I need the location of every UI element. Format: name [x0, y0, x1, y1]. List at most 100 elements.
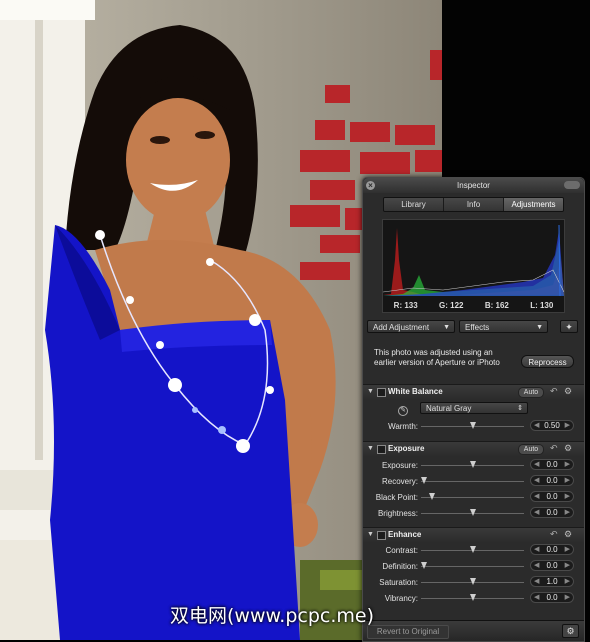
contrast-slider-row: Contrast: ◀ 0.0 ▶ [363, 543, 584, 557]
exposure-checkbox[interactable] [377, 445, 386, 454]
exposure-value-field[interactable]: ◀ 0.0 ▶ [530, 459, 574, 470]
exposure-auto-button[interactable]: Auto [518, 444, 544, 455]
reprocess-button[interactable]: Reprocess [521, 355, 574, 368]
warmth-label: Warmth: [388, 422, 418, 431]
definition-slider-knob[interactable] [421, 562, 427, 569]
brightness-label: Brightness: [377, 509, 418, 518]
black-point-slider-knob[interactable] [429, 493, 435, 500]
gear-icon[interactable]: ⚙ [562, 624, 579, 638]
reprocess-message: This photo was adjusted using an earlier… [374, 348, 500, 367]
black-point-label: Black Point: [375, 493, 418, 502]
green-readout: G: 122 [439, 301, 464, 310]
definition-value: 0.0 [546, 561, 558, 570]
black-point-value: 0.0 [546, 492, 558, 501]
inspector-tabs: Library Info Adjustments [383, 197, 564, 212]
contrast-label: Contrast: [385, 546, 418, 555]
saturation-label: Saturation: [379, 578, 418, 587]
exposure-title: Exposure [388, 444, 425, 453]
vibrancy-slider-row: Vibrancy: ◀ 0.0 ▶ [363, 591, 584, 605]
gear-icon[interactable]: ⚙ [564, 529, 572, 540]
inspector-title: Inspector [457, 181, 490, 190]
vibrancy-value-field[interactable]: ◀ 0.0 ▶ [530, 592, 574, 603]
inspector-panel: × Inspector Library Info Adjustments R: … [362, 177, 585, 642]
saturation-value-field[interactable]: ◀ 1.0 ▶ [530, 576, 574, 587]
definition-value-field[interactable]: ◀ 0.0 ▶ [530, 560, 574, 571]
contrast-value: 0.0 [546, 545, 558, 554]
white-balance-checkbox[interactable] [377, 388, 386, 397]
watermark-text: 双电网(www.pcpc.me) [170, 605, 374, 627]
undo-icon[interactable]: ↶ [550, 443, 558, 454]
gear-icon[interactable]: ⚙ [564, 443, 572, 454]
saturation-value: 1.0 [546, 577, 558, 586]
recovery-value: 0.0 [546, 476, 558, 485]
add-adjustment-label: Add Adjustment [373, 323, 430, 332]
white-balance-auto-button[interactable]: Auto [518, 387, 544, 398]
white-balance-mode-label: Natural Gray [426, 404, 472, 413]
exposure-slider-knob[interactable] [470, 461, 476, 468]
vibrancy-value: 0.0 [546, 593, 558, 602]
exposure-label: Exposure: [381, 461, 418, 470]
warmth-slider-row: Warmth: ◀ 0.50 ▶ [363, 419, 584, 433]
histogram-graph [383, 224, 564, 297]
saturation-slider-row: Saturation: ◀ 1.0 ▶ [363, 575, 584, 589]
warmth-value-field[interactable]: ◀ 0.50 ▶ [530, 420, 574, 431]
eyedropper-icon[interactable]: ✎ [398, 406, 408, 416]
disclosure-triangle-icon[interactable]: ▼ [367, 445, 374, 452]
recovery-label: Recovery: [381, 477, 418, 486]
vibrancy-slider-knob[interactable] [470, 594, 476, 601]
chevron-down-icon: ▼ [443, 324, 450, 331]
inspector-titlebar[interactable]: × Inspector [363, 178, 584, 193]
brightness-slider-row: Brightness: ◀ 0.0 ▶ [363, 506, 584, 520]
contrast-slider-knob[interactable] [470, 546, 476, 553]
magic-wand-icon[interactable]: ✦ [560, 320, 578, 333]
undo-icon[interactable]: ↶ [550, 386, 558, 397]
chevron-down-icon: ▼ [536, 324, 543, 331]
gear-icon[interactable]: ⚙ [564, 386, 572, 397]
recovery-slider-knob[interactable] [421, 477, 427, 484]
inspector-bottom-bar: Revert to Original ⚙ [363, 620, 584, 641]
contrast-value-field[interactable]: ◀ 0.0 ▶ [530, 544, 574, 555]
toolbar-toggle-button[interactable] [564, 181, 580, 189]
histogram-readout: R: 133 G: 122 B: 162 L: 130 [383, 301, 564, 310]
enhance-title: Enhance [388, 530, 422, 539]
tab-adjustments[interactable]: Adjustments [504, 198, 563, 211]
definition-label: Definition: [382, 562, 418, 571]
exposure-header[interactable]: ▼ Exposure Auto ↶ ⚙ [363, 441, 584, 456]
brightness-slider-knob[interactable] [470, 509, 476, 516]
brightness-value-field[interactable]: ◀ 0.0 ▶ [530, 507, 574, 518]
luminance-readout: L: 130 [530, 301, 554, 310]
tab-library[interactable]: Library [384, 198, 444, 211]
blue-readout: B: 162 [484, 301, 509, 310]
effects-dropdown[interactable]: Effects ▼ [459, 320, 548, 333]
enhance-header[interactable]: ▼ Enhance ↶ ⚙ [363, 527, 584, 542]
disclosure-triangle-icon[interactable]: ▼ [367, 388, 374, 395]
definition-slider-row: Definition: ◀ 0.0 ▶ [363, 559, 584, 573]
exposure-value: 0.0 [546, 460, 558, 469]
face [126, 98, 230, 222]
recovery-slider-row: Recovery: ◀ 0.0 ▶ [363, 474, 584, 488]
vibrancy-label: Vibrancy: [384, 594, 418, 603]
white-balance-mode-select[interactable]: Natural Gray ⇕ [420, 402, 528, 414]
add-adjustment-dropdown[interactable]: Add Adjustment ▼ [367, 320, 455, 333]
recovery-slider[interactable] [421, 481, 524, 482]
saturation-slider-knob[interactable] [470, 578, 476, 585]
recovery-value-field[interactable]: ◀ 0.0 ▶ [530, 475, 574, 486]
black-point-slider-row: Black Point: ◀ 0.0 ▶ [363, 490, 584, 504]
tab-info[interactable]: Info [444, 198, 504, 211]
disclosure-triangle-icon[interactable]: ▼ [367, 531, 374, 538]
enhance-checkbox[interactable] [377, 531, 386, 540]
undo-icon[interactable]: ↶ [550, 529, 558, 540]
definition-slider[interactable] [421, 566, 524, 567]
brightness-value: 0.0 [546, 508, 558, 517]
warmth-slider-knob[interactable] [470, 422, 476, 429]
exposure-slider-row: Exposure: ◀ 0.0 ▶ [363, 458, 584, 472]
revert-to-original-button[interactable]: Revert to Original [367, 625, 449, 639]
effects-label: Effects [465, 323, 490, 332]
black-point-slider[interactable] [421, 497, 524, 498]
white-balance-title: White Balance [388, 387, 443, 396]
chevron-updown-icon: ⇕ [517, 405, 523, 412]
histogram: R: 133 G: 122 B: 162 L: 130 [382, 219, 565, 313]
white-balance-header[interactable]: ▼ White Balance Auto ↶ ⚙ [363, 384, 584, 399]
black-point-value-field[interactable]: ◀ 0.0 ▶ [530, 491, 574, 502]
warmth-value: 0.50 [544, 421, 560, 430]
